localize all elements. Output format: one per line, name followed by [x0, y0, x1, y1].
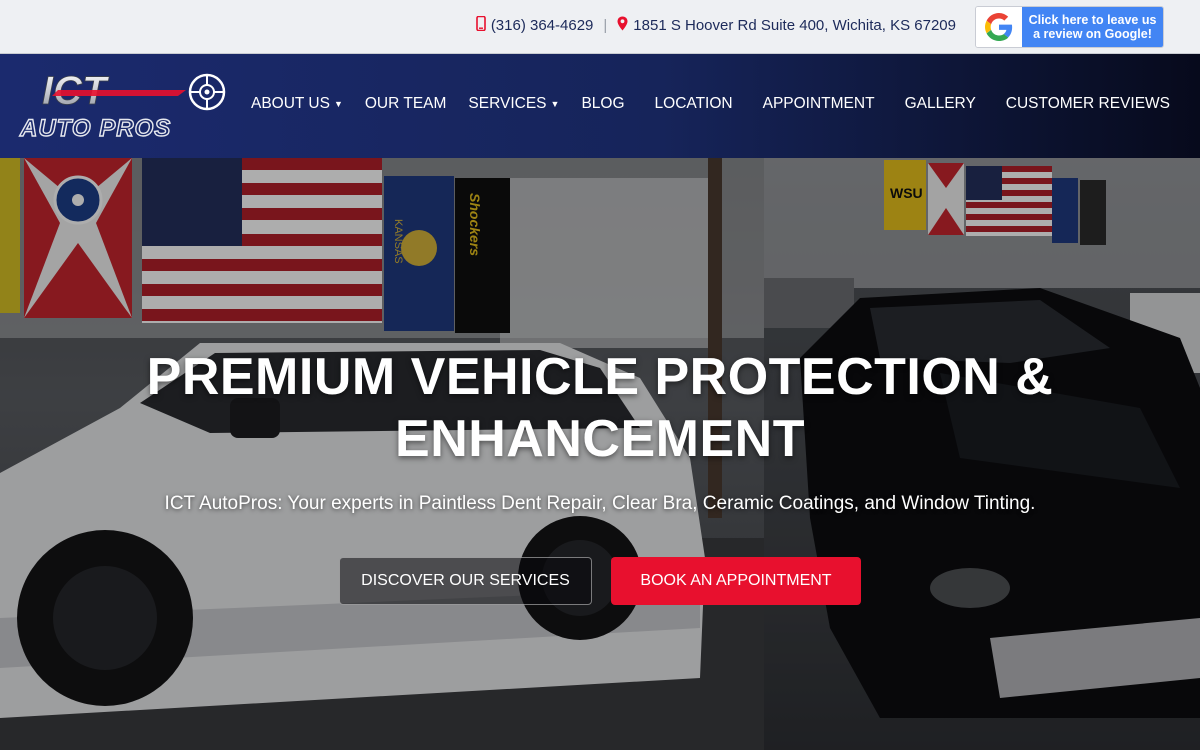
address-text[interactable]: 1851 S Hoover Rd Suite 400, Wichita, KS …: [633, 17, 956, 34]
hero-section: KANSAS Shockers WSU PREMIUM VEHICLE PROT…: [0, 158, 1200, 750]
main-navbar: ICT AUTO PROS ABOUT US ▼ OUR TEAM SERVICE…: [0, 54, 1200, 158]
nav-our-team[interactable]: OUR TEAM: [365, 95, 447, 113]
hero-title: PREMIUM VEHICLE PROTECTION & ENHANCEMENT: [146, 348, 1054, 468]
nav-customer-reviews[interactable]: CUSTOMER REVIEWS: [1006, 95, 1170, 113]
chevron-down-icon: ▼: [550, 99, 560, 109]
contact-separator: |: [603, 17, 608, 34]
nav-gallery[interactable]: GALLERY: [905, 95, 976, 113]
nav-blog[interactable]: BLOG: [581, 95, 624, 113]
nav-location[interactable]: LOCATION: [655, 95, 733, 113]
nav-label: BLOG: [581, 95, 625, 112]
map-pin-icon: [617, 16, 628, 35]
nav-label: GALLERY: [904, 95, 976, 112]
nav-about-us[interactable]: ABOUT US ▼: [251, 95, 343, 113]
logo-autopros-text: AUTO PROS: [19, 115, 171, 142]
primary-nav: ABOUT US ▼ OUR TEAM SERVICES ▼ BLOG LOCATI…: [251, 95, 1170, 113]
nav-label: ABOUT US: [251, 95, 330, 112]
google-logo-icon: [976, 7, 1022, 47]
phone-icon: [476, 15, 486, 35]
chevron-down-icon: ▼: [333, 99, 343, 109]
discover-services-button[interactable]: DISCOVER OUR SERVICES: [339, 557, 592, 605]
google-review-button[interactable]: Click here to leave us a review on Googl…: [975, 6, 1164, 48]
hero-subtitle: ICT AutoPros: Your experts in Paintless …: [164, 493, 1036, 514]
nav-appointment[interactable]: APPOINTMENT: [763, 95, 875, 113]
review-button-label: Click here to leave us a review on Googl…: [1022, 7, 1163, 47]
nav-label: APPOINTMENT: [762, 95, 875, 112]
hero-content: PREMIUM VEHICLE PROTECTION & ENHANCEMENT…: [0, 158, 1200, 750]
nav-label: CUSTOMER REVIEWS: [1005, 95, 1170, 112]
book-appointment-button[interactable]: BOOK AN APPOINTMENT: [611, 557, 861, 605]
phone-number[interactable]: (316) 364-4629: [491, 17, 594, 34]
nav-services[interactable]: SERVICES ▼: [468, 95, 559, 113]
brand-logo[interactable]: ICT AUTO PROS: [18, 69, 248, 143]
nav-label: LOCATION: [654, 95, 733, 112]
nav-label: OUR TEAM: [364, 95, 447, 112]
top-utility-bar: (316) 364-4629 | 1851 S Hoover Rd Suite …: [0, 0, 1200, 54]
contact-info: (316) 364-4629 | 1851 S Hoover Rd Suite …: [476, 15, 956, 35]
nav-label: SERVICES: [468, 95, 547, 112]
